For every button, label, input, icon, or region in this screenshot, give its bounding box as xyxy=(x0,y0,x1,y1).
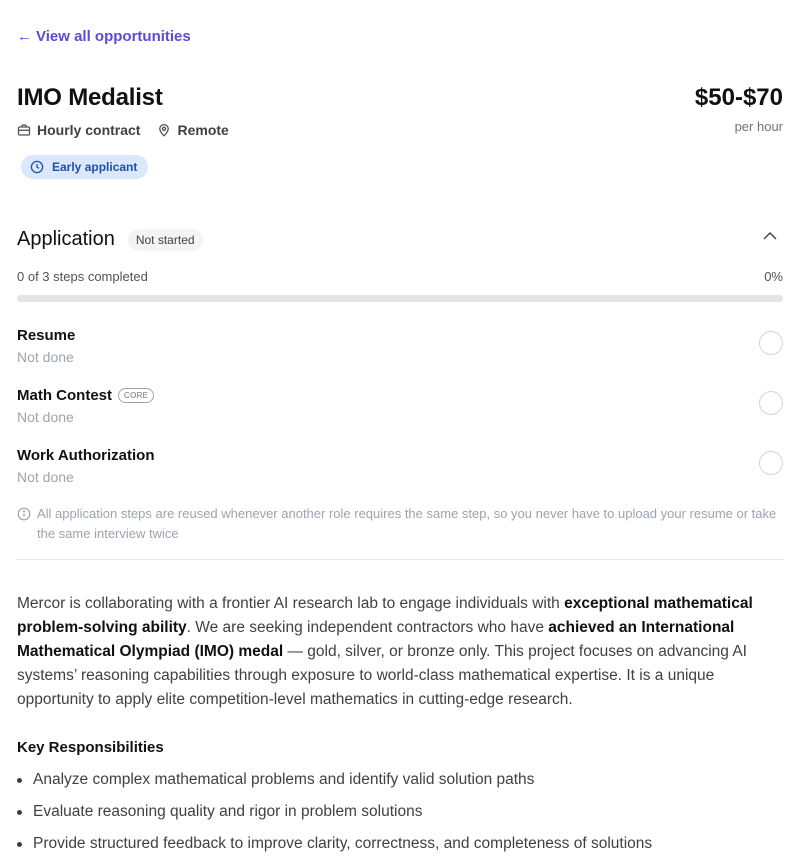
description-text: Mercor is collaborating with a frontier … xyxy=(17,595,565,612)
application-status-badge: Not started xyxy=(127,228,203,251)
progress-bar xyxy=(17,295,783,302)
job-title: IMO Medalist xyxy=(17,84,163,111)
pay-rate: $50-$70 xyxy=(694,84,783,111)
step-resume[interactable]: Resume Not done xyxy=(17,327,783,377)
collapse-application-button[interactable] xyxy=(758,226,782,246)
responsibilities-list: Analyze complex mathematical problems an… xyxy=(17,768,783,858)
clock-icon xyxy=(30,160,44,174)
location-label: Remote xyxy=(177,122,229,138)
badge-label: Early applicant xyxy=(52,160,138,174)
step-checkbox[interactable] xyxy=(759,391,783,415)
list-item: Analyze complex mathematical problems an… xyxy=(17,768,783,800)
step-status: Not done xyxy=(17,469,74,485)
application-info-note: All application steps are reused wheneve… xyxy=(17,504,783,544)
step-name-label: Math Contest xyxy=(17,387,112,404)
back-link-label: View all opportunities xyxy=(36,28,191,45)
step-status: Not done xyxy=(17,409,74,425)
progress-percent: 0% xyxy=(764,269,783,284)
early-applicant-badge: Early applicant xyxy=(21,155,149,179)
list-item: Evaluate reasoning quality and rigor in … xyxy=(17,800,783,832)
job-meta: Hourly contract Remote xyxy=(17,122,246,138)
step-checkbox[interactable] xyxy=(759,451,783,475)
info-note-text: All application steps are reused wheneve… xyxy=(37,506,777,541)
job-location: Remote xyxy=(157,122,229,138)
briefcase-icon xyxy=(17,124,31,136)
core-tag: CORE xyxy=(118,388,155,403)
section-divider xyxy=(17,559,783,560)
info-icon xyxy=(17,507,31,521)
step-name: Work Authorization xyxy=(17,447,155,464)
contract-type: Hourly contract xyxy=(17,122,140,138)
map-pin-icon xyxy=(159,123,170,137)
contract-type-label: Hourly contract xyxy=(37,122,141,138)
step-name-label: Work Authorization xyxy=(17,447,155,464)
chevron-up-icon xyxy=(763,232,777,240)
step-status: Not done xyxy=(17,349,74,365)
progress-label: 0 of 3 steps completed xyxy=(17,269,148,284)
step-name-label: Resume xyxy=(17,327,76,344)
list-item: Provide structured feedback to improve c… xyxy=(17,832,783,858)
arrow-left-icon: ← xyxy=(17,28,32,45)
step-math-contest[interactable]: Math Contest CORE Not done xyxy=(17,387,783,437)
step-checkbox[interactable] xyxy=(759,331,783,355)
application-header: Application Not started xyxy=(17,228,203,251)
step-name: Resume xyxy=(17,327,75,344)
application-title: Application xyxy=(17,228,115,250)
description-text: . We are seeking independent contractors… xyxy=(186,619,549,636)
view-all-opportunities-link[interactable]: ← View all opportunities xyxy=(17,28,191,45)
job-description: Mercor is collaborating with a frontier … xyxy=(17,592,783,712)
step-work-authorization[interactable]: Work Authorization Not done xyxy=(17,447,783,497)
step-name: Math Contest CORE xyxy=(17,387,155,404)
responsibilities-heading: Key Responsibilities xyxy=(17,739,164,756)
pay-rate-unit: per hour xyxy=(734,119,783,134)
